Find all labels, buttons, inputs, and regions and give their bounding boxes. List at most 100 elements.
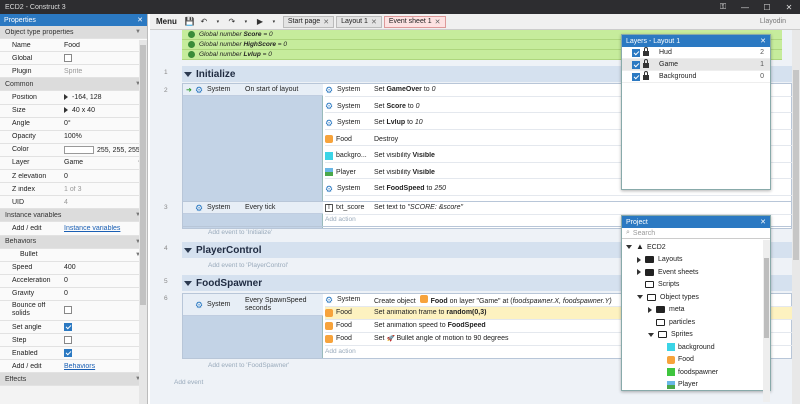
property-value[interactable]: 100%	[60, 133, 147, 140]
lock-icon[interactable]	[643, 47, 649, 56]
property-section[interactable]: Effects▼	[0, 373, 147, 387]
property-value[interactable]: 0°	[60, 120, 147, 127]
properties-scrollbar[interactable]	[139, 40, 147, 404]
tree-item[interactable]: foodspawner	[622, 366, 770, 379]
collapse-icon[interactable]	[184, 71, 192, 77]
collapse-icon[interactable]	[184, 280, 192, 286]
checkbox[interactable]	[64, 336, 72, 345]
layer-visible-checkbox[interactable]	[632, 48, 640, 57]
tab-start-page[interactable]: Start page ✕	[282, 15, 335, 28]
tree-item[interactable]: meta	[622, 304, 770, 317]
add-event-link[interactable]: Add event to 'PlayerControl'	[208, 262, 288, 269]
chevron-down-icon[interactable]: ▾	[211, 19, 225, 25]
minimize-icon[interactable]: —	[734, 3, 756, 12]
property-value[interactable]: 0	[60, 277, 147, 284]
maximize-icon[interactable]: ☐	[756, 3, 778, 12]
property-link[interactable]: Behaviors	[64, 363, 95, 370]
tree-item[interactable]: particles	[622, 316, 770, 329]
property-section[interactable]: Behaviors▼	[0, 235, 147, 249]
checkbox[interactable]	[64, 54, 72, 63]
close-icon[interactable]: ✕	[760, 218, 766, 226]
chevron-down-icon[interactable]: ▼	[135, 29, 141, 35]
tree-item[interactable]: ▲ ECD2	[622, 241, 770, 254]
checkbox[interactable]	[64, 323, 72, 332]
property-value[interactable]	[60, 306, 147, 315]
color-swatch[interactable]	[64, 145, 94, 154]
layer-visible-checkbox[interactable]	[632, 60, 640, 69]
redo-icon[interactable]: ↷	[225, 17, 239, 26]
tree-item[interactable]: Object types	[622, 291, 770, 304]
property-value[interactable]: 4	[60, 199, 147, 206]
tab-event-sheet-1[interactable]: Event sheet 1 ✕	[383, 15, 446, 28]
save-icon[interactable]: 💾	[183, 17, 197, 26]
property-section[interactable]: Instance variables▼	[0, 209, 147, 223]
property-value[interactable]	[60, 323, 147, 332]
key-icon[interactable]: ⚿	[712, 2, 734, 12]
add-action-link[interactable]: Add action	[325, 348, 356, 355]
tree-item[interactable]: Food	[622, 354, 770, 367]
chevron-down-icon[interactable]	[637, 295, 643, 300]
property-link[interactable]: Instance variables	[64, 225, 120, 232]
expand-icon[interactable]	[64, 94, 68, 101]
property-value[interactable]: Sprite	[60, 68, 147, 75]
play-icon[interactable]: ▶	[253, 17, 267, 26]
event-sheet-scrollbar[interactable]	[792, 30, 800, 404]
chevron-right-icon[interactable]	[648, 306, 652, 313]
add-action-link[interactable]: Add action	[325, 216, 356, 223]
layer-row[interactable]: Game 1	[622, 59, 770, 71]
chevron-down-icon[interactable]	[626, 245, 632, 250]
lock-icon[interactable]	[643, 59, 649, 68]
layer-row[interactable]: Hud 2	[622, 47, 770, 59]
menu-button[interactable]: Menu	[150, 17, 183, 26]
action-row[interactable]: Ttxt_score Set text to "SCORE: &score"	[325, 202, 792, 215]
chevron-right-icon[interactable]	[637, 269, 641, 276]
property-section[interactable]: Object type properties ▼	[0, 26, 147, 40]
lock-icon[interactable]	[643, 71, 649, 80]
property-value[interactable]: 1 of 3	[60, 186, 147, 193]
close-icon[interactable]: ✕	[137, 16, 143, 24]
chevron-right-icon[interactable]	[637, 256, 641, 263]
close-icon[interactable]: ✕	[323, 18, 329, 26]
user-name[interactable]: Llayodin	[760, 18, 786, 25]
property-value[interactable]	[60, 336, 147, 345]
property-value[interactable]: 0	[60, 290, 147, 297]
project-scrollbar[interactable]	[763, 240, 770, 402]
condition-row[interactable]: ⚙ System Every tick	[183, 202, 323, 214]
tree-item[interactable]: Player	[622, 379, 770, 392]
property-section[interactable]: Common▼	[0, 78, 147, 92]
close-icon[interactable]: ✕	[435, 18, 441, 26]
tab-layout-1[interactable]: Layout 1 ✕	[336, 15, 382, 28]
add-event-link[interactable]: Add event	[174, 379, 203, 386]
undo-icon[interactable]: ↶	[197, 17, 211, 26]
property-value[interactable]: 400	[60, 264, 147, 271]
property-value[interactable]: 40 x 40	[60, 107, 147, 114]
property-value[interactable]	[60, 349, 147, 358]
chevron-down-icon[interactable]: ▾	[239, 19, 253, 25]
checkbox[interactable]	[64, 349, 72, 358]
close-icon[interactable]: ✕	[371, 18, 377, 26]
property-value[interactable]: Game	[60, 159, 137, 166]
project-search-input[interactable]: ⌕ Search	[622, 228, 770, 239]
collapse-icon[interactable]	[184, 247, 192, 253]
tree-item[interactable]: Sprites	[622, 329, 770, 342]
property-value[interactable]: Food	[60, 42, 147, 49]
layer-row[interactable]: Background 0	[622, 71, 770, 83]
property-value[interactable]: Instance variables	[60, 225, 147, 232]
property-value[interactable]	[60, 54, 147, 63]
checkbox[interactable]	[64, 306, 72, 315]
property-value[interactable]: -164, 128	[60, 94, 147, 101]
property-value[interactable]: 255, 255, 255	[60, 145, 147, 154]
tree-item[interactable]: background	[622, 341, 770, 354]
add-event-link[interactable]: Add event to 'Initialize'	[208, 229, 272, 236]
add-event-link[interactable]: Add event to 'FoodSpawner'	[208, 362, 289, 369]
close-icon[interactable]: ✕	[760, 37, 766, 45]
tree-item[interactable]: Scripts	[622, 279, 770, 292]
property-value[interactable]: 0	[60, 173, 147, 180]
chevron-down-icon[interactable]: ▾	[267, 19, 281, 25]
expand-icon[interactable]	[64, 107, 68, 114]
condition-row[interactable]: ⚙ System Every SpawnSpeed seconds	[183, 294, 323, 316]
close-icon[interactable]: ✕	[778, 3, 800, 12]
chevron-down-icon[interactable]	[648, 332, 654, 337]
layer-visible-checkbox[interactable]	[632, 72, 640, 81]
tree-item[interactable]: Layouts	[622, 254, 770, 267]
